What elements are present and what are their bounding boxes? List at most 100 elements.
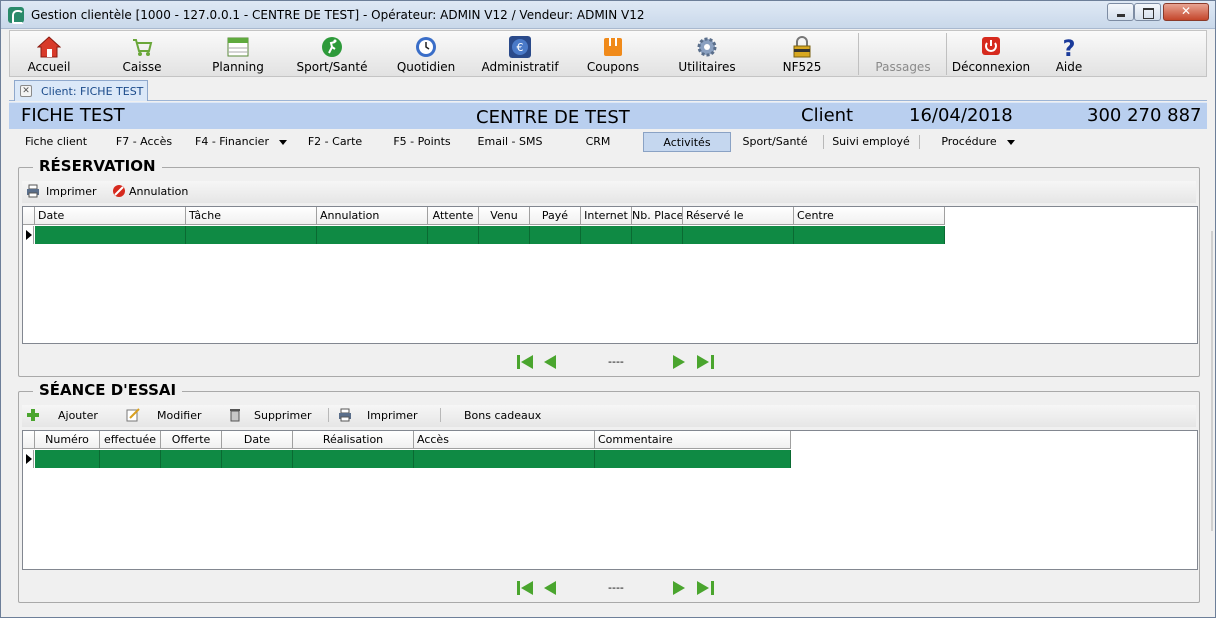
toolbar-sport-sante-label: Sport/Santé	[296, 60, 368, 74]
toolbar-separator	[858, 33, 859, 75]
app-logo-icon	[8, 7, 24, 24]
col-date[interactable]: Date	[35, 207, 186, 225]
toolbar-planning-label: Planning	[212, 60, 264, 74]
col-paye[interactable]: Payé	[530, 207, 581, 225]
tab-client-fiche-test[interactable]: ✕ Client: FICHE TEST	[14, 80, 148, 101]
first-page-icon[interactable]	[516, 353, 536, 371]
tab-activites-label: Activités	[663, 136, 711, 149]
toolbar-aide-label: Aide	[1055, 60, 1083, 74]
tab-financier-label: F4 - Financier	[195, 135, 269, 148]
col-realisation[interactable]: Réalisation	[293, 431, 414, 449]
close-tab-icon[interactable]: ✕	[20, 85, 32, 97]
toolbar-administratif-button[interactable]: € Administratif	[480, 31, 560, 76]
col-centre[interactable]: Centre	[794, 207, 945, 225]
toolbar-utilitaires-button[interactable]: Utilitaires	[670, 31, 744, 76]
trial-add-button[interactable]: Ajouter	[58, 409, 98, 422]
table-cell	[683, 226, 794, 244]
col-reserve-le[interactable]: Réservé le	[683, 207, 794, 225]
printer-icon	[339, 408, 351, 422]
subnav-separator	[919, 135, 920, 149]
toolbar-nf525-label: NF525	[782, 60, 822, 74]
gear-icon	[697, 37, 717, 57]
table-cell	[100, 450, 161, 468]
tab-acces[interactable]: F7 - Accès	[105, 132, 183, 152]
close-window-button[interactable]	[1163, 3, 1209, 21]
col-nb-place[interactable]: Nb. Place	[632, 207, 683, 225]
tab-acces-label: F7 - Accès	[115, 135, 173, 148]
table-cell	[479, 226, 530, 244]
col-tache[interactable]: Tâche	[186, 207, 317, 225]
minimize-button[interactable]	[1107, 3, 1134, 21]
tab-suivi-employe-label: Suivi employé	[832, 135, 910, 148]
col-annulation[interactable]: Annulation	[317, 207, 428, 225]
next-page-icon[interactable]	[669, 353, 689, 371]
table-cell	[35, 226, 186, 244]
reservation-grid[interactable]: Date Tâche Annulation Attente Venu Payé …	[22, 206, 1198, 344]
tab-points[interactable]: F5 - Points	[381, 132, 463, 152]
lock-icon	[793, 36, 811, 58]
toolbar-passages-button[interactable]: Passages	[862, 31, 944, 76]
toolbar-aide-button[interactable]: ? Aide	[1040, 31, 1098, 76]
col-effectuee[interactable]: effectuée	[100, 431, 161, 449]
toolbar-utilitaires-label: Utilitaires	[678, 60, 736, 74]
col-internet[interactable]: Internet	[581, 207, 632, 225]
tab-activites[interactable]: Activités	[643, 132, 731, 152]
trial-print-button[interactable]: Imprimer	[367, 409, 418, 422]
toolbar-caisse-label: Caisse	[122, 60, 162, 74]
trial-delete-button[interactable]: Supprimer	[254, 409, 312, 422]
col-venu[interactable]: Venu	[479, 207, 530, 225]
trial-session-grid[interactable]: Numéro effectuée Offerte Date Réalisatio…	[22, 430, 1198, 570]
toolbar-nf525-button[interactable]: NF525	[764, 31, 840, 76]
col-date[interactable]: Date	[222, 431, 293, 449]
first-page-icon[interactable]	[516, 579, 536, 597]
toolbar-deconnexion-button[interactable]: Déconnexion	[950, 31, 1032, 76]
gift-vouchers-button[interactable]: Bons cadeaux	[464, 409, 541, 422]
last-page-icon[interactable]	[695, 579, 715, 597]
tab-sport-sante[interactable]: Sport/Santé	[735, 132, 815, 152]
prev-page-icon[interactable]	[541, 579, 561, 597]
tab-email-sms[interactable]: Email - SMS	[467, 132, 553, 152]
table-cell	[414, 450, 595, 468]
vertical-scrollbar[interactable]	[1211, 231, 1213, 531]
next-page-icon[interactable]	[669, 579, 689, 597]
col-numero[interactable]: Numéro	[35, 431, 100, 449]
main-toolbar: Accueil Caisse Planning Sport/Santé Quot…	[9, 30, 1207, 77]
subnav-separator	[823, 135, 824, 149]
header-date: 16/04/2018	[909, 105, 1013, 126]
tab-fiche-client[interactable]: Fiche client	[9, 132, 103, 152]
col-offerte[interactable]: Offerte	[161, 431, 222, 449]
toolbar-coupons-label: Coupons	[586, 60, 640, 74]
actions-separator	[328, 408, 329, 422]
toolbar-quotidien-label: Quotidien	[396, 60, 456, 74]
toolbar-planning-button[interactable]: Planning	[200, 31, 276, 76]
reservation-cancel-button[interactable]: Annulation	[129, 185, 188, 198]
last-page-icon[interactable]	[695, 353, 715, 371]
table-cell	[794, 226, 945, 244]
toolbar-sport-sante-button[interactable]: Sport/Santé	[294, 31, 370, 76]
tab-carte[interactable]: F2 - Carte	[299, 132, 371, 152]
procedure-dropdown-icon	[1006, 139, 1015, 145]
title-bar[interactable]: Gestion clientèle [1000 - 127.0.0.1 - CE…	[1, 1, 1215, 29]
toolbar-accueil-button[interactable]: Accueil	[10, 31, 88, 76]
reservation-panel: RÉSERVATION Imprimer Annulation Date Tâc…	[18, 157, 1200, 377]
trial-edit-button[interactable]: Modifier	[157, 409, 201, 422]
tab-procedure-label: Procédure	[941, 135, 997, 148]
col-attente[interactable]: Attente	[428, 207, 479, 225]
clock-icon	[416, 37, 436, 57]
col-commentaire[interactable]: Commentaire	[595, 431, 791, 449]
toolbar-caisse-button[interactable]: Caisse	[106, 31, 178, 76]
col-acces[interactable]: Accès	[414, 431, 595, 449]
trial-session-title: SÉANCE D'ESSAI	[33, 381, 183, 399]
tab-suivi-employe[interactable]: Suivi employé	[827, 132, 915, 152]
tab-crm[interactable]: CRM	[557, 132, 639, 152]
table-cell	[35, 450, 100, 468]
maximize-button[interactable]	[1134, 3, 1161, 21]
coupon-icon	[604, 38, 622, 56]
toolbar-coupons-button[interactable]: Coupons	[576, 31, 650, 76]
reservation-print-button[interactable]: Imprimer	[46, 185, 97, 198]
svg-text:?: ?	[1063, 37, 1076, 58]
tab-financier[interactable]: F4 - Financier	[185, 132, 297, 152]
toolbar-quotidien-button[interactable]: Quotidien	[388, 31, 464, 76]
tab-procedure[interactable]: Procédure	[923, 132, 1033, 152]
prev-page-icon[interactable]	[541, 353, 561, 371]
